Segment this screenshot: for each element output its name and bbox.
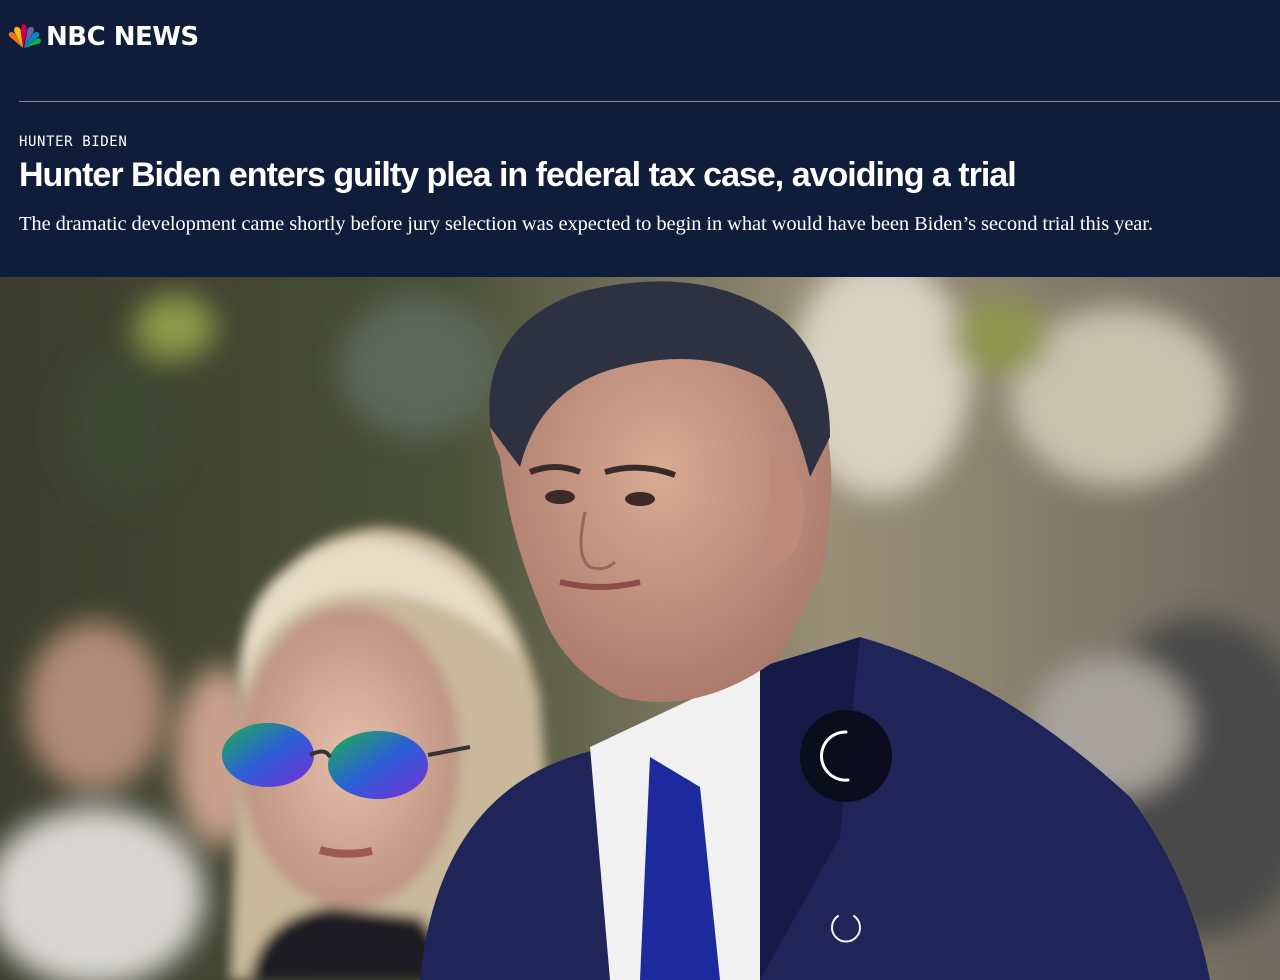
loading-spinner-icon bbox=[819, 730, 850, 782]
nbc-news-logo[interactable]: NBC NEWS bbox=[6, 20, 199, 54]
nbc-peacock-icon bbox=[8, 24, 41, 48]
header-divider bbox=[19, 101, 1280, 102]
video-player[interactable] bbox=[0, 277, 1280, 980]
video-frame-image bbox=[0, 277, 1280, 980]
article-headline: Hunter Biden enters guilty plea in feder… bbox=[19, 156, 1017, 194]
topic-label[interactable]: HUNTER BIDEN bbox=[19, 134, 127, 150]
site-header: NBC NEWS HUNTER BIDEN Hunter Biden enter… bbox=[0, 0, 1280, 277]
secondary-spinner-icon bbox=[831, 915, 861, 943]
logo-wordmark: NBC NEWS bbox=[46, 22, 199, 52]
article-dek: The dramatic development came shortly be… bbox=[19, 213, 1153, 235]
video-loading-overlay bbox=[800, 710, 892, 802]
